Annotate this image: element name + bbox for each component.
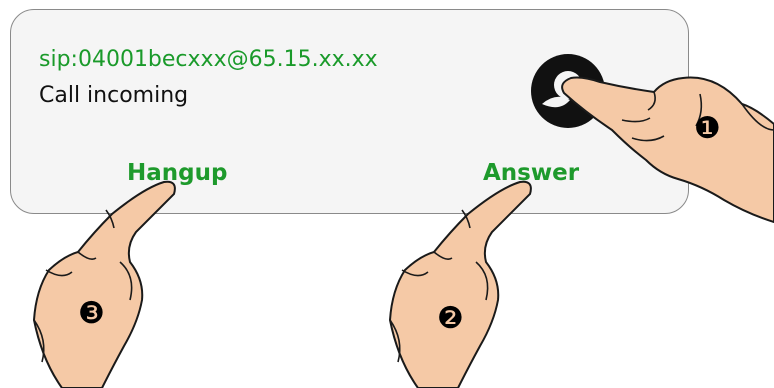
pointing-hand-1: [561, 76, 774, 224]
pointing-hand-3: [32, 180, 176, 388]
annotation-overlay: ❶ ❷ ❸: [32, 54, 774, 388]
step-marker-2: ❷: [437, 301, 464, 336]
step-marker-3: ❸: [78, 296, 105, 331]
pointing-hand-2: [388, 180, 532, 388]
annotated-call-screen: sip:04001becxxx@65.15.xx.xx Call incomin…: [0, 0, 774, 388]
step-marker-1: ❶: [694, 111, 721, 146]
